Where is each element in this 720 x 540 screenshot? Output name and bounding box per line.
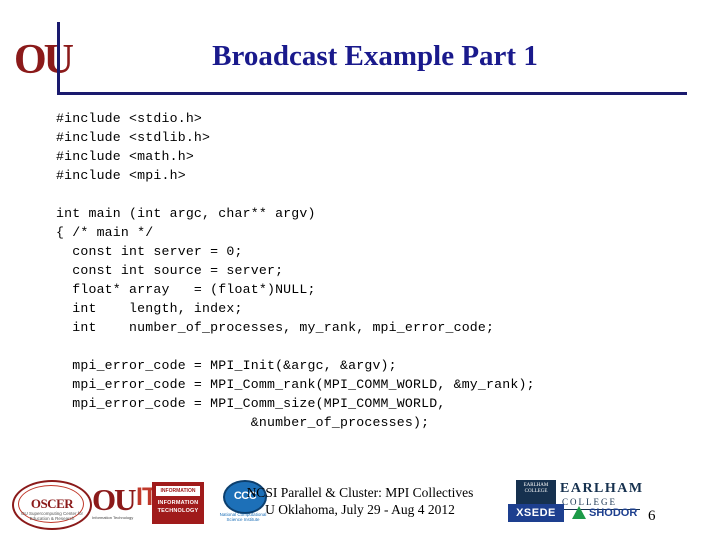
slide-footer: OSCER OU Supercomputing Center for Educa… [0,470,720,540]
xsede-logo-icon: XSEDE [508,504,564,522]
slide-header: OU Broadcast Example Part 1 [0,0,720,96]
oscer-logo-label: OSCER [30,496,74,511]
code-listing: #include <stdio.h> #include <stdlib.h> #… [56,111,535,431]
shodor-logo-icon: SHODOR [572,504,646,522]
footer-line-2: U Oklahoma, July 29 - Aug 4 2012 [265,502,455,517]
slide-number: 6 [648,508,656,524]
footer-line-1: NCSI Parallel & Cluster: MPI Collectives [246,485,474,500]
earlham-logo-name: EARLHAM [560,481,644,496]
ou-it-logo-tagline: Information Technology [92,515,134,520]
header-horizontal-rule [57,92,687,95]
oscer-logo-sublabel: OU Supercomputing Center for Education &… [20,511,84,521]
ou-it-logo-ou-label: OU [92,482,136,517]
ou-logo-icon: OU [14,37,74,83]
footer-text: NCSI Parallel & Cluster: MPI Collectives… [160,484,560,518]
shodor-logo-label: SHODOR [589,507,638,519]
shodor-logo-triangle [572,506,586,519]
page-title: Broadcast Example Part 1 [212,40,538,72]
oscer-logo-icon: OSCER OU Supercomputing Center for Educa… [12,480,92,530]
